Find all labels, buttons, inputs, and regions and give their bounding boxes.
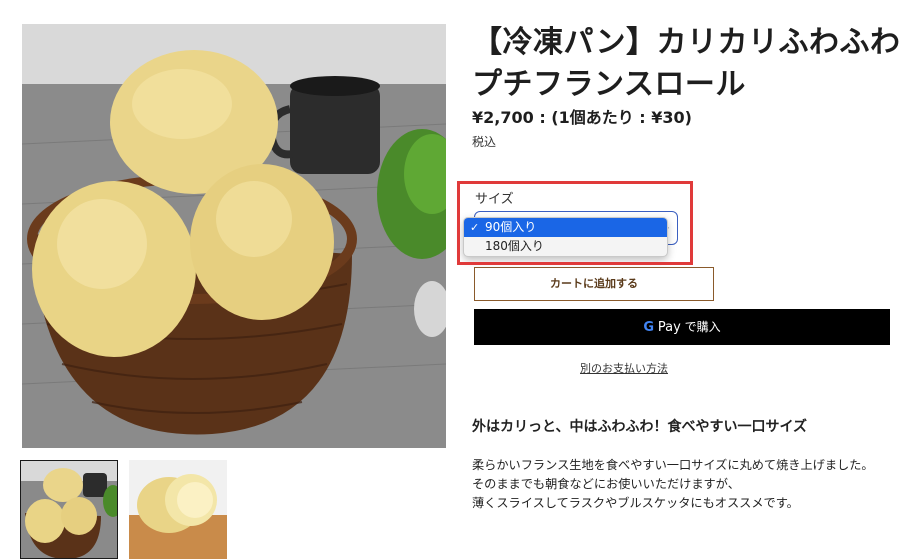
checkmark-icon: ✓ xyxy=(470,221,480,234)
product-title: 【冷凍パン】カリカリふわふわ プチフランスロール xyxy=(472,22,902,106)
bread-basket-photo xyxy=(22,24,446,448)
thumbnail-basket-photo xyxy=(21,461,117,558)
google-g-icon: G xyxy=(643,320,655,335)
product-title-line2: プチフランスロール xyxy=(472,67,746,102)
description-line: 薄くスライスしてラスクやブルスケッタにもオススメです。 xyxy=(472,496,799,510)
gpay-suffix-label: で購入 xyxy=(684,320,721,334)
size-option-90[interactable]: ✓ 90個入り xyxy=(464,218,667,237)
description-line: 柔らかいフランス生地を食べやすい一口サイズに丸めて焼き上げました。 xyxy=(472,458,874,472)
google-pay-button[interactable]: G Pay で購入 xyxy=(474,309,890,345)
size-option-label: 90個入り xyxy=(485,220,537,234)
description-line: そのままでも朝食などにお使いいただけますが、 xyxy=(472,477,740,491)
description-body: 柔らかいフランス生地を食べやすい一口サイズに丸めて焼き上げました。 そのままでも… xyxy=(472,456,874,513)
thumbnail-1[interactable] xyxy=(20,460,118,559)
tax-note: 税込 xyxy=(472,135,497,149)
product-title-line1: 【冷凍パン】カリカリふわふわ xyxy=(472,25,901,60)
size-option-label: 180個入り xyxy=(485,239,544,253)
size-label: サイズ xyxy=(475,192,514,207)
more-payment-options-link[interactable]: 別のお支払い方法 xyxy=(524,360,724,376)
thumbnail-2[interactable] xyxy=(129,460,227,559)
size-option-180[interactable]: 180個入り xyxy=(464,237,667,256)
thumbnail-sliced-bun-photo xyxy=(129,460,227,559)
add-to-cart-button[interactable]: カートに追加する xyxy=(474,267,714,301)
main-product-image[interactable] xyxy=(22,24,446,448)
description-heading: 外はカリっと、中はふわふわ！食べやすい一口サイズ xyxy=(472,419,808,435)
product-price: ¥2,700 : (1個あたり : ¥30) xyxy=(472,108,692,127)
size-dropdown-menu[interactable]: ✓ 90個入り 180個入り xyxy=(463,217,668,257)
gpay-pay-label: Pay xyxy=(657,320,681,335)
